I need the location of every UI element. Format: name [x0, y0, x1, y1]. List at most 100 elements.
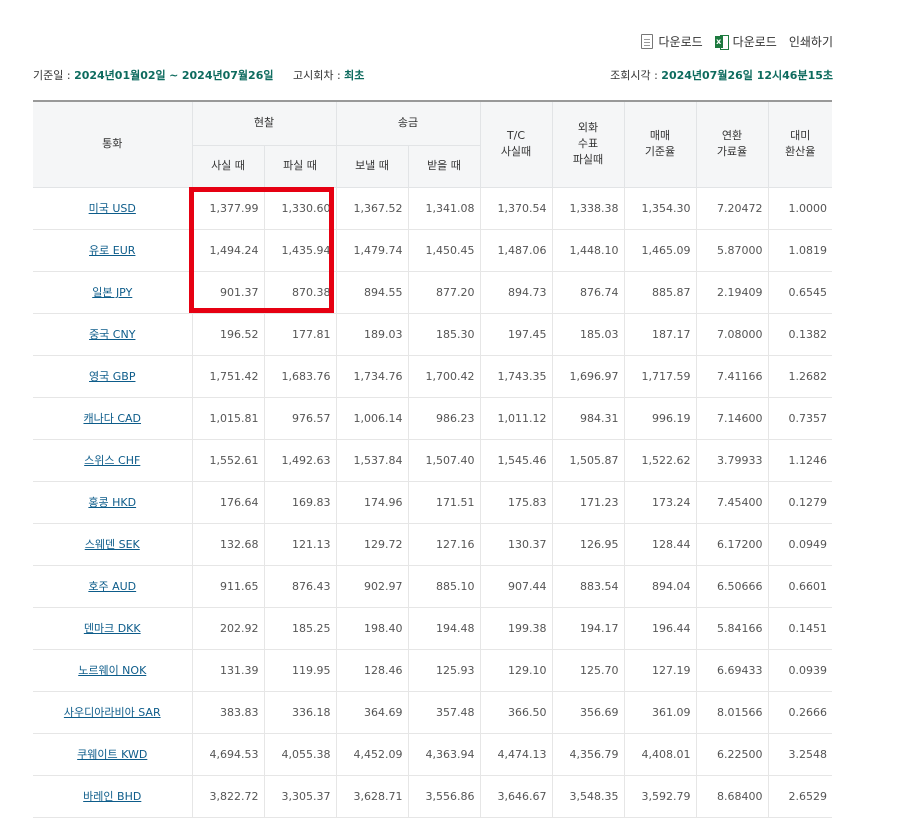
table-row: 스위스 CHF 1,552.61 1,492.63 1,537.84 1,507.40 1…	[33, 439, 832, 482]
cash-buy-cell: 1,552.61	[191, 439, 264, 482]
base-rate-cell: 173.24	[623, 481, 696, 524]
currency-link[interactable]: 바레인 BHD	[83, 790, 141, 803]
remit-receive-cell: 885.10	[407, 565, 480, 608]
cash-buy-cell: 1,494.24	[191, 229, 264, 272]
usd-conversion-cell: 2.6529	[767, 775, 832, 818]
base-rate-cell: 1,354.30	[623, 187, 696, 230]
currency-link[interactable]: 호주 AUD	[88, 580, 136, 593]
table-row: 쿠웨이트 KWD 4,694.53 4,055.38 4,452.09 4,363.94…	[33, 733, 832, 776]
header-cash: 현찰	[191, 100, 336, 146]
base-rate-cell: 196.44	[623, 607, 696, 650]
currency-link[interactable]: 스웨덴 SEK	[85, 538, 140, 551]
currency-link[interactable]: 덴마크 DKK	[84, 622, 141, 635]
usd-conversion-cell: 0.1451	[767, 607, 832, 650]
table-row: 덴마크 DKK 202.92 185.25 198.40 194.48 199.38 194…	[33, 607, 832, 650]
conversion-cell: 6.50666	[695, 565, 768, 608]
cash-sell-cell: 1,330.60	[263, 187, 336, 230]
cash-sell-cell: 119.95	[263, 649, 336, 692]
cash-sell-cell: 876.43	[263, 565, 336, 608]
end-date: 2024년07월26일	[181, 69, 274, 82]
cash-sell-cell: 185.25	[263, 607, 336, 650]
cheque-cell: 1,505.87	[551, 439, 624, 482]
table-row: 홍콩 HKD 176.64 169.83 174.96 171.51 175.83 171.…	[33, 481, 832, 524]
cheque-cell: 876.74	[551, 271, 624, 314]
usd-conversion-cell: 0.6601	[767, 565, 832, 608]
cheque-cell: 194.17	[551, 607, 624, 650]
currency-link[interactable]: 쿠웨이트 KWD	[77, 748, 147, 761]
header-cheque-sell: 외화 수표 파실때	[551, 100, 624, 188]
remit-receive-cell: 1,507.40	[407, 439, 480, 482]
conversion-cell: 2.19409	[695, 271, 768, 314]
header-cash-sell: 파실 때	[263, 145, 336, 188]
remit-send-cell: 1,734.76	[335, 355, 408, 398]
exchange-rate-table: 통화 현찰 송금 T/C 사실때 외화 수표 파실때 매매 기준율 연환 가료율…	[33, 100, 832, 818]
table-row: 사우디아라비아 SAR 383.83 336.18 364.69 357.48 366.5…	[33, 691, 832, 734]
currency-link[interactable]: 유로 EUR	[89, 244, 135, 257]
currency-link[interactable]: 중국 CNY	[89, 328, 135, 341]
excel-icon: x	[714, 34, 729, 50]
cash-buy-cell: 202.92	[191, 607, 264, 650]
cash-sell-cell: 169.83	[263, 481, 336, 524]
currency-link[interactable]: 노르웨이 NOK	[78, 664, 146, 677]
usd-conversion-cell: 0.0939	[767, 649, 832, 692]
cheque-cell: 1,338.38	[551, 187, 624, 230]
usd-conversion-cell: 0.7357	[767, 397, 832, 440]
conversion-cell: 7.45400	[695, 481, 768, 524]
tc-cell: 366.50	[479, 691, 552, 734]
cheque-cell: 1,696.97	[551, 355, 624, 398]
currency-link[interactable]: 미국 USD	[89, 202, 136, 215]
remit-send-cell: 4,452.09	[335, 733, 408, 776]
conversion-cell: 5.87000	[695, 229, 768, 272]
cheque-cell: 4,356.79	[551, 733, 624, 776]
table-row: 미국 USD 1,377.99 1,330.60 1,367.52 1,341.08 1,…	[33, 187, 832, 230]
base-rate-cell: 885.87	[623, 271, 696, 314]
conversion-cell: 5.84166	[695, 607, 768, 650]
usd-conversion-cell: 0.2666	[767, 691, 832, 734]
cheque-cell: 356.69	[551, 691, 624, 734]
remit-receive-cell: 185.30	[407, 313, 480, 356]
cash-buy-cell: 196.52	[191, 313, 264, 356]
download-excel-button[interactable]: x 다운로드	[714, 33, 777, 50]
remit-receive-cell: 194.48	[407, 607, 480, 650]
currency-link[interactable]: 일본 JPY	[92, 286, 132, 299]
header-cash-buy: 사실 때	[191, 145, 264, 188]
cash-buy-cell: 1,377.99	[191, 187, 264, 230]
table-row: 노르웨이 NOK 131.39 119.95 128.46 125.93 129.10 12…	[33, 649, 832, 692]
cash-sell-cell: 870.38	[263, 271, 336, 314]
remit-receive-cell: 4,363.94	[407, 733, 480, 776]
query-time-label: 조회시각 :	[610, 69, 662, 82]
remit-receive-cell: 877.20	[407, 271, 480, 314]
cash-sell-cell: 1,683.76	[263, 355, 336, 398]
base-rate-cell: 3,592.79	[623, 775, 696, 818]
tc-cell: 907.44	[479, 565, 552, 608]
table-row: 중국 CNY 196.52 177.81 189.03 185.30 197.45 185.…	[33, 313, 832, 356]
remit-receive-cell: 127.16	[407, 523, 480, 566]
currency-link[interactable]: 영국 GBP	[89, 370, 135, 383]
currency-link[interactable]: 캐나다 CAD	[83, 412, 141, 425]
cash-sell-cell: 976.57	[263, 397, 336, 440]
conversion-cell: 3.79933	[695, 439, 768, 482]
remit-send-cell: 128.46	[335, 649, 408, 692]
currency-link[interactable]: 사우디아라비아 SAR	[64, 706, 161, 719]
tc-cell: 894.73	[479, 271, 552, 314]
usd-conversion-cell: 3.2548	[767, 733, 832, 776]
download-document-button[interactable]: 다운로드	[641, 33, 703, 50]
cheque-cell: 984.31	[551, 397, 624, 440]
tc-cell: 197.45	[479, 313, 552, 356]
base-rate-cell: 4,408.01	[623, 733, 696, 776]
tc-cell: 1,743.35	[479, 355, 552, 398]
cash-buy-cell: 131.39	[191, 649, 264, 692]
currency-link[interactable]: 스위스 CHF	[84, 454, 140, 467]
header-base-rate: 매매 기준율	[623, 100, 696, 188]
cheque-cell: 185.03	[551, 313, 624, 356]
currency-link[interactable]: 홍콩 HKD	[88, 496, 136, 509]
cash-sell-cell: 1,435.94	[263, 229, 336, 272]
remit-send-cell: 364.69	[335, 691, 408, 734]
cash-sell-cell: 3,305.37	[263, 775, 336, 818]
download-document-label: 다운로드	[658, 35, 703, 49]
tc-cell: 1,370.54	[479, 187, 552, 230]
conversion-cell: 7.08000	[695, 313, 768, 356]
remit-receive-cell: 171.51	[407, 481, 480, 524]
base-rate-cell: 128.44	[623, 523, 696, 566]
print-button[interactable]: 인쇄하기	[789, 33, 833, 50]
